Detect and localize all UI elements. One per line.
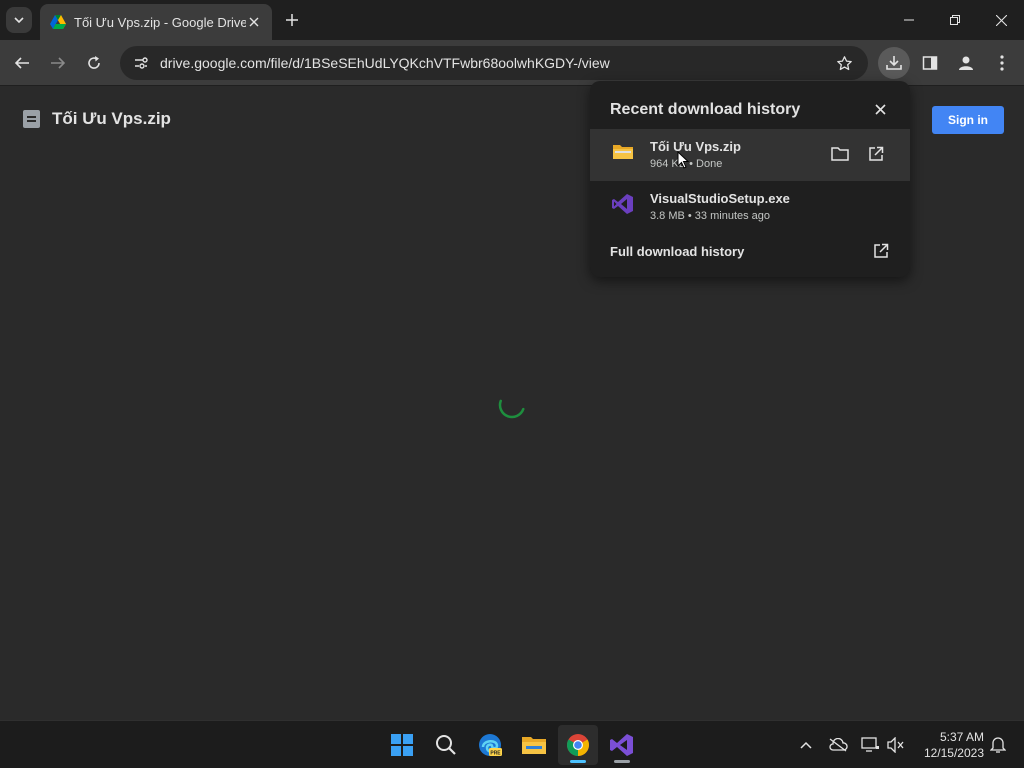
address-bar[interactable]: drive.google.com/file/d/1BSeSEhUdLYQKchV… (120, 46, 868, 80)
tune-icon (135, 57, 148, 69)
chevron-down-icon (14, 17, 24, 24)
download-icon (886, 56, 902, 70)
running-indicator (614, 760, 630, 763)
bell-icon (990, 737, 1006, 753)
taskbar-visual-studio-installer[interactable] (602, 725, 642, 765)
loading-spinner (498, 399, 525, 419)
downloads-button[interactable] (878, 47, 910, 79)
visual-studio-icon (612, 194, 633, 214)
file-title: Tối Ưu Vps.zip (52, 109, 171, 128)
bookmark-star-button[interactable] (832, 51, 856, 75)
menu-button[interactable] (986, 47, 1018, 79)
site-info-button[interactable] (128, 50, 154, 76)
tab-strip: Tối Ưu Vps.zip - Google Drive (0, 0, 1024, 40)
sign-in-button[interactable]: Sign in (932, 106, 1004, 134)
close-icon (874, 103, 886, 115)
file-icon (23, 110, 40, 128)
new-tab-button[interactable] (281, 9, 303, 31)
full-download-history-link[interactable]: Full download history (610, 244, 744, 259)
download-filename: VisualStudioSetup.exe (650, 191, 790, 206)
windows-logo-icon (391, 734, 413, 756)
reload-button[interactable] (80, 49, 108, 77)
svg-text:PRE: PRE (490, 751, 501, 757)
visual-studio-icon (610, 734, 633, 756)
speaker-muted-icon (887, 737, 904, 753)
download-item[interactable]: Tối Ưu Vps.zip 964 KB • Done (590, 129, 910, 181)
clock-time: 5:37 AM (939, 730, 984, 744)
forward-button[interactable] (44, 49, 72, 77)
tab-search-button[interactable] (6, 7, 32, 33)
profile-icon (959, 56, 973, 70)
tab-close-button[interactable] (246, 14, 262, 30)
download-bubble: Recent download history Tối Ưu Vps.zip 9… (590, 81, 910, 277)
browser-toolbar: drive.google.com/file/d/1BSeSEhUdLYQKchV… (0, 40, 1024, 86)
network-tray-button[interactable] (858, 733, 882, 757)
taskbar-clock[interactable]: 5:37 AM 12/15/2023 (914, 729, 984, 761)
download-item[interactable]: VisualStudioSetup.exe 3.8 MB • 33 minute… (590, 181, 910, 233)
search-button[interactable] (426, 725, 466, 765)
folder-zip-icon (613, 145, 633, 159)
folder-icon (831, 147, 849, 161)
back-button[interactable] (8, 49, 36, 77)
arrow-left-icon (14, 57, 29, 69)
file-explorer-icon (522, 737, 546, 754)
reload-icon (88, 56, 100, 69)
close-window-button[interactable] (978, 0, 1024, 40)
more-vertical-icon (1000, 55, 1004, 71)
url-text[interactable]: drive.google.com/file/d/1BSeSEhUdLYQKchV… (160, 55, 832, 71)
restore-button[interactable] (932, 0, 978, 40)
taskbar-file-explorer[interactable] (514, 725, 554, 765)
profile-button[interactable] (950, 47, 982, 79)
show-hidden-icons-button[interactable] (794, 733, 818, 757)
plus-icon (286, 14, 298, 26)
taskbar-edge-preview[interactable]: PRE (470, 725, 510, 765)
google-drive-icon (50, 15, 66, 29)
close-icon (249, 17, 259, 27)
browser-tab[interactable]: Tối Ưu Vps.zip - Google Drive (40, 4, 272, 40)
open-external-icon (874, 243, 889, 258)
start-button[interactable] (382, 725, 422, 765)
download-status: 3.8 MB • 33 minutes ago (650, 210, 771, 222)
chrome-icon (567, 734, 589, 756)
onedrive-tray-button[interactable] (826, 733, 850, 757)
open-external-icon (869, 146, 884, 161)
open-downloads-page-button[interactable] (870, 240, 892, 262)
restore-icon (950, 15, 960, 25)
chevron-up-icon (800, 741, 812, 749)
search-icon (436, 735, 456, 755)
mouse-cursor-icon (677, 151, 689, 169)
star-icon (836, 55, 852, 70)
taskbar-chrome[interactable] (558, 725, 598, 765)
tab-title: Tối Ưu Vps.zip - Google Drive (74, 14, 246, 30)
notifications-button[interactable] (986, 733, 1010, 757)
network-icon (861, 737, 879, 752)
open-file-button[interactable] (864, 142, 888, 166)
windows-taskbar: PRE 5:37 AM 12/15/2023 (0, 720, 1024, 768)
download-filename: Tối Ưu Vps.zip (650, 139, 741, 154)
download-panel-title: Recent download history (610, 101, 801, 118)
cloud-offline-icon (829, 738, 848, 752)
clock-date: 12/15/2023 (923, 746, 984, 760)
side-panel-icon (922, 56, 938, 70)
close-icon (995, 14, 1007, 26)
minimize-button[interactable] (886, 0, 932, 40)
volume-tray-button[interactable] (884, 733, 908, 757)
download-panel-close-button[interactable] (870, 99, 890, 119)
edge-icon: PRE (479, 734, 502, 757)
show-in-folder-button[interactable] (828, 142, 852, 166)
minimize-icon (904, 19, 914, 21)
arrow-right-icon (51, 57, 66, 69)
running-indicator (570, 760, 586, 763)
side-panel-button[interactable] (914, 47, 946, 79)
